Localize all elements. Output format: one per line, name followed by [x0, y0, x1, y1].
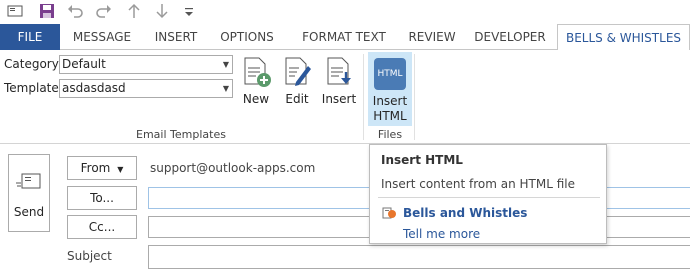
group-label-email-templates: Email Templates: [136, 128, 226, 141]
group-separator: [414, 54, 415, 140]
cc-button[interactable]: Cc...: [67, 215, 137, 239]
addin-puzzle-icon: [382, 207, 396, 219]
tab-developer[interactable]: DEVELOPER: [464, 24, 556, 50]
chevron-down-icon: ▼: [222, 60, 229, 69]
template-label: Template: [4, 81, 59, 95]
template-value: asdasdasd: [62, 81, 126, 95]
send-button[interactable]: Send: [8, 154, 50, 232]
tab-message[interactable]: MESSAGE: [62, 24, 142, 50]
from-button[interactable]: From ▼: [67, 156, 137, 180]
redo-icon[interactable]: [95, 3, 115, 21]
subject-label: Subject: [67, 249, 112, 263]
tab-options[interactable]: OPTIONS: [210, 24, 284, 50]
tab-bells-and-whistles[interactable]: BELLS & WHISTLES: [557, 24, 690, 51]
ribbon-panel: Category Default ▼ Template asdasdasd ▼ …: [0, 50, 690, 144]
new-label: New: [242, 92, 270, 106]
addin-name-link[interactable]: Bells and Whistles: [403, 206, 527, 220]
quick-access-toolbar: [0, 0, 690, 24]
ribbon-tab-bar: FILE MESSAGE INSERT OPTIONS FORMAT TEXT …: [0, 24, 690, 51]
template-dropdown[interactable]: asdasdasd ▼: [59, 79, 233, 98]
undo-icon[interactable]: [66, 3, 86, 21]
insert-html-tooltip: Insert HTML Insert content from an HTML …: [369, 144, 607, 244]
group-separator: [363, 54, 364, 140]
send-label: Send: [13, 205, 45, 219]
send-envelope-icon: [16, 173, 41, 189]
tab-file[interactable]: FILE: [0, 24, 60, 50]
subject-field[interactable]: [148, 245, 690, 269]
tab-insert[interactable]: INSERT: [144, 24, 208, 50]
category-value: Default: [62, 57, 106, 71]
save-icon[interactable]: [38, 3, 58, 21]
tab-review[interactable]: REVIEW: [402, 24, 462, 50]
html-icon: HTML: [374, 58, 406, 90]
tab-format-text[interactable]: FORMAT TEXT: [288, 24, 400, 50]
insert-html-label-line1: Insert: [372, 94, 408, 108]
category-label: Category: [4, 57, 59, 71]
insert-html-button[interactable]: HTML Insert HTML: [368, 52, 412, 126]
tell-me-more-link[interactable]: Tell me more: [403, 227, 480, 241]
edit-template-button[interactable]: Edit: [280, 52, 314, 110]
from-label: From: [80, 161, 111, 175]
category-dropdown[interactable]: Default ▼: [59, 55, 233, 74]
insert-html-label-line2: HTML: [373, 109, 407, 123]
edit-document-icon: [285, 57, 311, 86]
up-arrow-icon[interactable]: [125, 3, 145, 21]
chevron-down-icon: ▼: [222, 84, 229, 93]
down-arrow-icon[interactable]: [153, 3, 173, 21]
from-address: support@outlook-apps.com: [150, 161, 316, 175]
to-button[interactable]: To...: [67, 186, 137, 210]
insert-template-button[interactable]: Insert: [320, 52, 358, 110]
tooltip-description: Insert content from an HTML file: [381, 177, 575, 191]
tooltip-divider: [378, 197, 600, 198]
group-label-files: Files: [377, 128, 403, 141]
chevron-down-icon: ▼: [117, 165, 124, 174]
new-template-button[interactable]: New: [238, 52, 274, 110]
new-document-icon: [244, 57, 271, 87]
more-icon[interactable]: [180, 3, 200, 21]
edit-label: Edit: [285, 92, 309, 106]
tooltip-title: Insert HTML: [381, 153, 463, 167]
insert-document-icon: [327, 57, 351, 85]
envelope-icon[interactable]: [6, 3, 26, 21]
insert-label: Insert: [321, 92, 357, 106]
